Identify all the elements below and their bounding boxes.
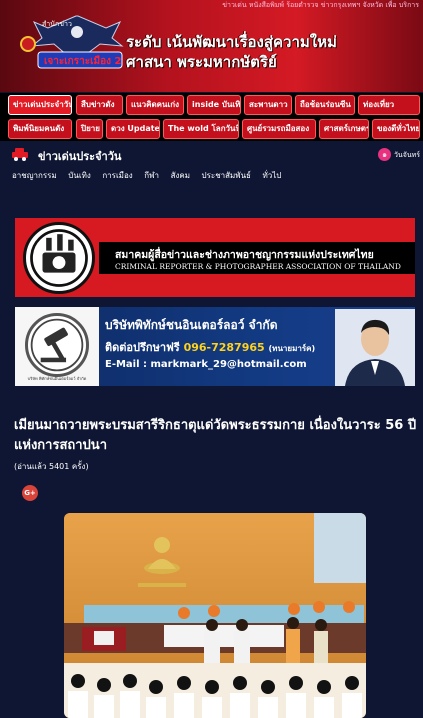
- article-headline: เมียนมาถวายพระบรมสารีริกธาตุแด่วัดพระธรร…: [14, 418, 417, 453]
- article-view-count: (อ่านแล้ว 5401 ครั้ง): [14, 462, 89, 471]
- camera-badge-icon: [23, 222, 95, 294]
- car-icon: [12, 148, 28, 161]
- category-button-world[interactable]: The wold โลกวันนี้: [163, 119, 239, 139]
- section-header: ข่าวเด่นประจำวัน ๑ วันจันทร์: [0, 143, 423, 165]
- law-firm-ad-banner[interactable]: บริษัท พิทักษ์ชนอินเตอร์ลอว์ จำกัด บริษั…: [15, 307, 415, 386]
- royal-emblem-icon: [20, 36, 36, 52]
- phone-contact-name: (ทนายมาร์ค): [268, 344, 316, 353]
- association-english-name: CRIMINAL REPORTER & PHOTOGRAPHER ASSOCIA…: [115, 262, 401, 271]
- site-header-banner[interactable]: ข่าวเด่น หนังสือพิมพ์ ร้อยตำรวจ ข่าวกรุง…: [0, 0, 423, 92]
- association-thai-name: สมาคมผู้สื่อข่าวและช่างภาพอาชญากรรมแห่งป…: [115, 249, 374, 261]
- law-firm-phone[interactable]: ติดต่อปรึกษาฟรี 096-7287965 (ทนายมาร์ค): [105, 338, 315, 356]
- law-firm-logo-caption: บริษัท พิทักษ์ชนอินเตอร์ลอว์ จำกัด: [27, 376, 87, 381]
- category-button-used-cars[interactable]: ศูนย์รวมรถมือสอง: [242, 119, 316, 139]
- category-button-amulets[interactable]: พิมพ์นิยมคนดัง: [8, 119, 72, 139]
- lawyer-portrait: [335, 309, 415, 386]
- category-button-horoscope[interactable]: ดวง Update: [106, 119, 160, 139]
- category-button-ideas[interactable]: แนวคิดคนเก่ง: [126, 95, 184, 115]
- subnav-pr[interactable]: ประชาสัมพันธ์: [202, 171, 251, 180]
- subnav-sports[interactable]: กีฬา: [144, 171, 159, 180]
- logo-main-text: เจาะเกราะเมือง 2: [44, 55, 121, 67]
- subnav-politics[interactable]: การเมือง: [102, 171, 132, 180]
- gavel-icon: [25, 313, 89, 377]
- logo-small-text: สำนักข่าว: [42, 20, 72, 28]
- law-firm-logo: บริษัท พิทักษ์ชนอินเตอร์ลอว์ จำกัด: [15, 307, 99, 386]
- association-ad-banner[interactable]: สมาคมผู้สื่อข่าวและช่างภาพอาชญากรรมแห่งป…: [15, 218, 415, 297]
- header-slogan-line2: ศาสนา พระมหากษัตริย์: [126, 53, 277, 71]
- law-firm-email[interactable]: E-Mail : markmark_29@hotmail.com: [105, 359, 307, 370]
- subnav-crime[interactable]: อาชญากรรม: [12, 171, 57, 180]
- date-text: วันจันทร์: [394, 151, 420, 159]
- subnav-entertainment[interactable]: บันเทิง: [68, 171, 90, 180]
- category-button-daily-news[interactable]: ข่าวเด่นประจำวัน: [8, 95, 72, 115]
- section-title: ข่าวเด่นประจำวัน: [38, 150, 122, 163]
- category-button-local-goods[interactable]: ของดีทั่วไทย: [372, 119, 420, 139]
- subcategory-nav: อาชญากรรม บันเทิง การเมือง กีฬา สังคม ปร…: [12, 169, 290, 183]
- category-button-entertainment[interactable]: inside บันเทิง: [187, 95, 241, 115]
- eagle-logo-icon[interactable]: สำนักข่าว เจาะเกราะเมือง 2: [28, 12, 126, 72]
- category-button-piyai[interactable]: ปิยาย: [76, 119, 103, 139]
- category-button-travel[interactable]: ท่องเที่ยว: [358, 95, 420, 115]
- phone-label: ติดต่อปรึกษาฟรี: [105, 341, 180, 354]
- subnav-society[interactable]: สังคม: [171, 171, 190, 180]
- date-badge: ๑: [378, 148, 391, 161]
- law-firm-name: บริษัทพิทักษ์ชนอินเตอร์ลอว์ จำกัด: [105, 318, 278, 332]
- category-button-investigation[interactable]: สืบข่าวดัง: [76, 95, 123, 115]
- category-button-star-bridge[interactable]: สะพานดาว: [244, 95, 292, 115]
- google-plus-share-button[interactable]: G+: [22, 485, 38, 501]
- article-photo: [64, 513, 366, 718]
- category-button-agriculture[interactable]: ศาสตร์เกษตร: [319, 119, 369, 139]
- category-button-spoon[interactable]: ถือช้อนร่อนซีน: [295, 95, 355, 115]
- header-ticker: ข่าวเด่น หนังสือพิมพ์ ร้อยตำรวจ ข่าวกรุง…: [222, 1, 419, 9]
- category-nav: ข่าวเด่นประจำวัน สืบข่าวดัง แนวคิดคนเก่ง…: [0, 93, 423, 141]
- subnav-general[interactable]: ทั่วไป: [262, 171, 281, 180]
- phone-number: 096-7287965: [183, 341, 265, 354]
